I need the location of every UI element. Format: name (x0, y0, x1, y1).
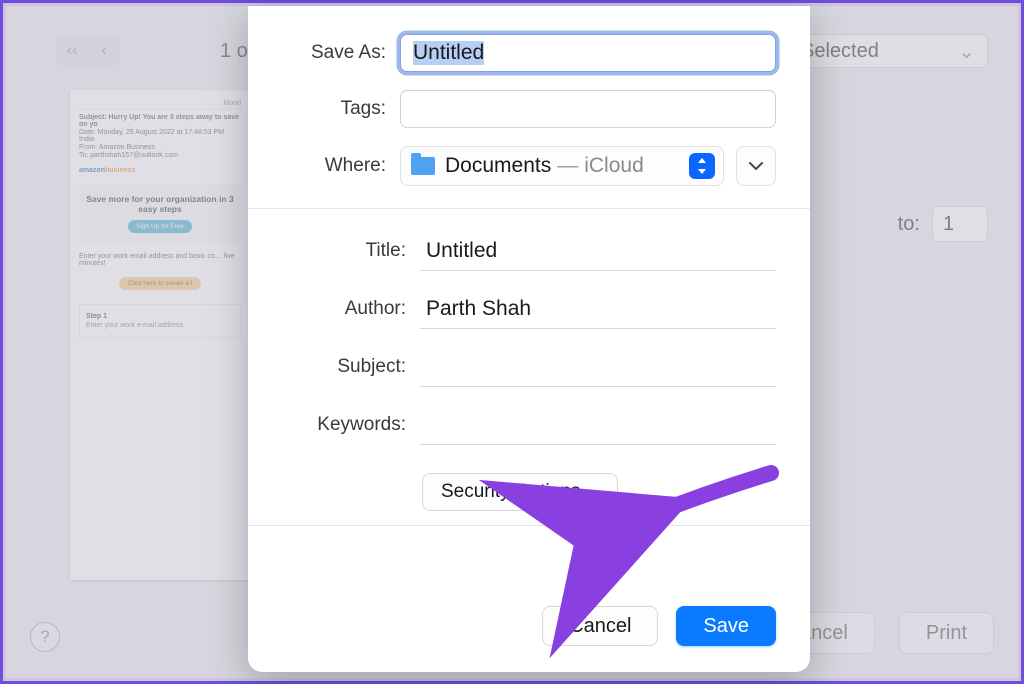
where-label: Where: (282, 155, 386, 177)
where-folder-name: Documents (445, 154, 551, 178)
save-button[interactable]: Save (676, 606, 776, 646)
tags-row: Tags: (282, 90, 776, 128)
author-input[interactable] (420, 289, 776, 329)
author-label: Author: (282, 298, 406, 320)
dialog-footer: Cancel Save (248, 584, 810, 672)
where-cloud: iCloud (584, 154, 644, 178)
cancel-button[interactable]: Cancel (542, 606, 658, 646)
keywords-input[interactable] (420, 405, 776, 445)
save-as-input[interactable] (400, 34, 776, 72)
save-dialog-top-section: Save As: Tags: Where: Documents — iCloud (248, 6, 810, 208)
subject-label: Subject: (282, 356, 406, 378)
author-row: Author: (282, 289, 776, 329)
folder-icon (411, 157, 435, 175)
subject-row: Subject: (282, 347, 776, 387)
security-row: Security Options… (282, 463, 776, 511)
expand-button[interactable] (736, 146, 776, 186)
tags-label: Tags: (282, 98, 386, 120)
tags-input[interactable] (400, 90, 776, 128)
metadata-section: Title: Author: Subject: Keywords: Securi… (248, 209, 810, 525)
where-row: Where: Documents — iCloud (282, 146, 776, 186)
title-input[interactable] (420, 231, 776, 271)
chevron-down-icon (749, 162, 763, 171)
keywords-row: Keywords: (282, 405, 776, 445)
security-options-button[interactable]: Security Options… (422, 473, 618, 511)
stepper-icon (689, 153, 715, 179)
save-dialog: Save As: Tags: Where: Documents — iCloud (248, 6, 810, 672)
save-as-label: Save As: (282, 42, 386, 64)
title-row: Title: (282, 231, 776, 271)
divider-2 (248, 525, 810, 526)
keywords-label: Keywords: (282, 414, 406, 436)
where-select[interactable]: Documents — iCloud (400, 146, 724, 186)
subject-input[interactable] (420, 347, 776, 387)
save-as-row: Save As: (282, 34, 776, 72)
where-dash: — (557, 154, 578, 178)
title-label: Title: (282, 240, 406, 262)
